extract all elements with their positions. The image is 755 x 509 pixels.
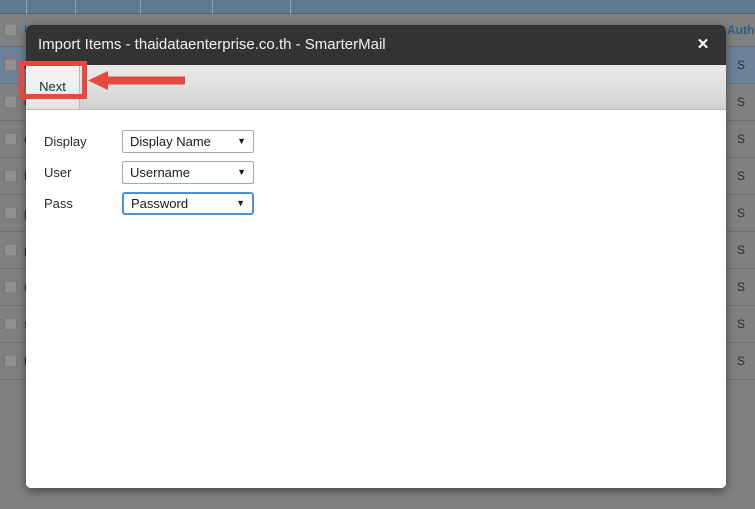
cell-authentication: S <box>737 243 746 257</box>
column-divider <box>75 0 76 14</box>
row-checkbox[interactable] <box>4 317 17 331</box>
row-checkbox[interactable] <box>4 354 17 368</box>
form-row-pass: Pass Password ▼ <box>44 192 254 215</box>
row-checkbox[interactable] <box>4 280 17 294</box>
close-icon[interactable]: ✕ <box>690 25 716 65</box>
label-display: Display <box>44 134 87 149</box>
pass-select-value: Password <box>131 196 189 211</box>
display-select-value: Display Name <box>130 134 211 149</box>
column-divider <box>212 0 213 14</box>
row-checkbox[interactable] <box>4 132 17 146</box>
dialog-toolbar: Next <box>26 65 726 110</box>
cell-authentication: S <box>737 95 746 109</box>
chevron-down-icon: ▼ <box>237 167 246 177</box>
display-select[interactable]: Display Name ▼ <box>122 130 254 153</box>
row-checkbox[interactable] <box>4 206 17 220</box>
background-column-header-bar <box>0 0 755 14</box>
select-all-checkbox[interactable] <box>4 23 17 37</box>
label-user: User <box>44 165 72 180</box>
cell-authentication: S <box>737 206 746 220</box>
cell-authentication: S <box>737 317 746 331</box>
dialog-body: Display Display Name ▼ User Username ▼ P… <box>26 110 726 488</box>
field-mapping-form: Display Display Name ▼ User Username ▼ P… <box>44 130 254 223</box>
label-pass: Pass <box>44 196 73 211</box>
cell-authentication: S <box>737 58 746 72</box>
cell-authentication: S <box>737 280 746 294</box>
cell-authentication: S <box>737 354 746 368</box>
form-row-display: Display Display Name ▼ <box>44 130 254 153</box>
import-items-dialog: Import Items - thaidataenterprise.co.th … <box>26 25 726 488</box>
user-select-value: Username <box>130 165 190 180</box>
row-checkbox[interactable] <box>4 95 17 109</box>
column-divider <box>140 0 141 14</box>
cell-authentication: S <box>737 132 746 146</box>
row-checkbox[interactable] <box>4 169 17 183</box>
chevron-down-icon: ▼ <box>236 198 245 208</box>
next-button-label: Next <box>39 79 66 94</box>
row-checkbox[interactable] <box>4 58 17 72</box>
cell-authentication: S <box>737 169 746 183</box>
row-checkbox[interactable] <box>4 243 17 257</box>
user-select[interactable]: Username ▼ <box>122 161 254 184</box>
dialog-title-bar: Import Items - thaidataenterprise.co.th … <box>26 25 726 65</box>
column-divider <box>290 0 291 14</box>
form-row-user: User Username ▼ <box>44 161 254 184</box>
column-divider <box>26 0 27 14</box>
next-button[interactable]: Next <box>26 65 80 109</box>
column-header-authentication[interactable]: Authe <box>727 23 755 37</box>
pass-select[interactable]: Password ▼ <box>122 192 254 215</box>
chevron-down-icon: ▼ <box>237 136 246 146</box>
dialog-title: Import Items - thaidataenterprise.co.th … <box>38 36 386 53</box>
